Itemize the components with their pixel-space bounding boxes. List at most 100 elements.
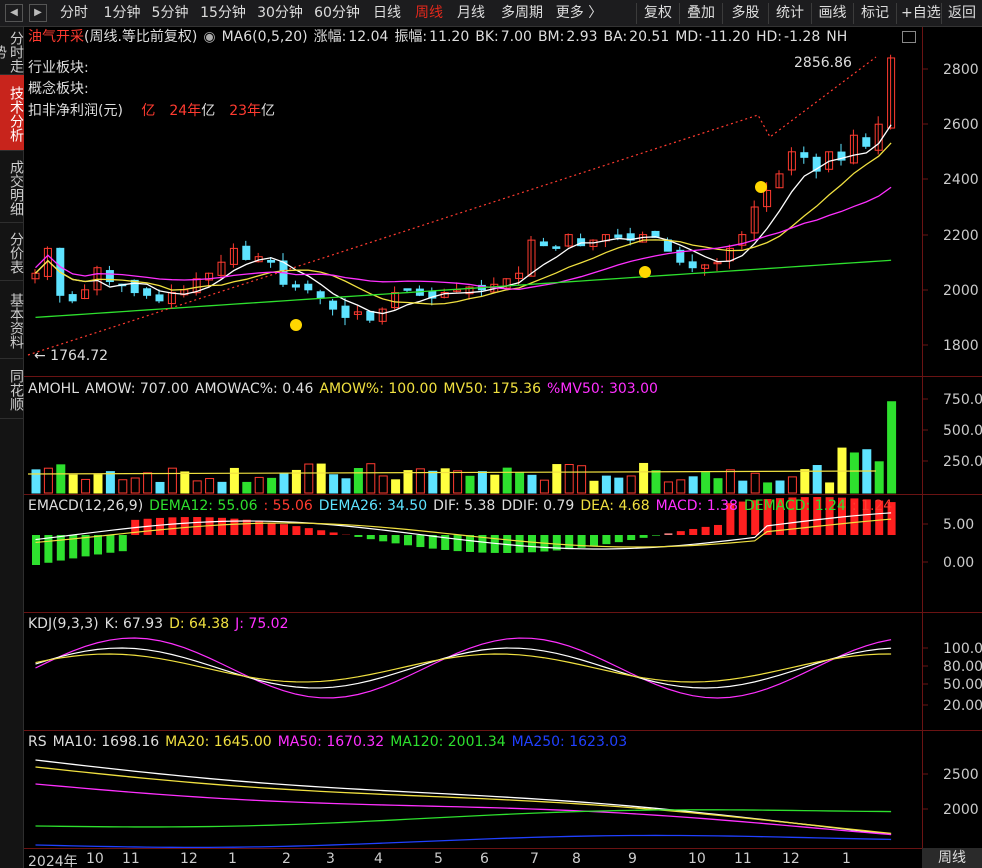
- y-axis: 2800 2600 2400 2200 2000 1800 750.0 500.0 250.0 5…: [922, 27, 982, 848]
- amo-bar: [155, 481, 165, 494]
- period-tab[interactable]: 30分钟: [254, 3, 306, 24]
- ma-settings-icon[interactable]: ◉: [203, 29, 215, 45]
- amo-legend-item: AMOW%: 100.00: [319, 381, 438, 397]
- x-axis-label: 5: [434, 851, 443, 867]
- amo-bar: [775, 480, 785, 494]
- sidebar-tab[interactable]: 同花顺: [0, 359, 24, 419]
- period-tab[interactable]: 更多 〉: [552, 3, 606, 24]
- period-label[interactable]: 周线: [922, 848, 982, 868]
- toolbar-action-button[interactable]: 复权: [636, 3, 679, 24]
- macd-bar: [416, 535, 425, 548]
- macd-legend-item: DIF: 5.38: [433, 498, 496, 514]
- signal-dot: [755, 181, 767, 193]
- macd-bar: [664, 533, 673, 535]
- macd-bar: [590, 535, 598, 547]
- toolbar-action-button[interactable]: 叠加: [679, 3, 722, 24]
- period-tab[interactable]: 分时: [56, 3, 92, 24]
- back-arrow-icon[interactable]: ◀: [5, 4, 23, 22]
- y-tick-label: 80.00: [943, 659, 982, 675]
- sidebar-tab[interactable]: 成交明细: [0, 151, 24, 223]
- macd-bar: [292, 526, 301, 535]
- x-axis-label: 12: [180, 851, 198, 867]
- sidebar-tab[interactable]: 分价表: [0, 223, 24, 281]
- rs-legend-item: MA50: 1670.32: [277, 734, 385, 750]
- toolbar-action-button[interactable]: 标记: [853, 3, 896, 24]
- amo-bar: [577, 465, 587, 494]
- kdj-legend-item: J: 75.02: [235, 616, 289, 632]
- stat-item: BK: 7.00: [475, 29, 532, 45]
- amo-bar: [515, 471, 525, 494]
- period-tab[interactable]: 15分钟: [197, 3, 249, 24]
- macd-bar: [366, 535, 375, 540]
- amo-bar: [428, 470, 438, 494]
- y-tick-label: 50.00: [943, 677, 982, 693]
- amo-title[interactable]: AMOHL: [28, 381, 79, 397]
- concept-label: 概念板块:: [28, 81, 89, 97]
- period-tab[interactable]: 1分钟: [101, 3, 143, 24]
- amo-bar: [812, 465, 822, 494]
- panel-separator: [24, 494, 982, 495]
- stat-item: MD: -11.20: [675, 29, 750, 45]
- amo-bar: [205, 478, 215, 494]
- ma-label[interactable]: MA6(0,5,20): [222, 29, 308, 45]
- toolbar-action-button[interactable]: 统计: [768, 3, 811, 24]
- period-tab[interactable]: 多周期: [497, 3, 547, 24]
- kdj-title[interactable]: KDJ(9,3,3): [28, 616, 99, 632]
- fullscreen-icon[interactable]: [902, 31, 916, 43]
- period-tab[interactable]: 60分钟: [311, 3, 363, 24]
- period-tab[interactable]: 日线: [370, 3, 404, 24]
- macd-bar: [218, 517, 226, 535]
- rs-legend-item: MA120: 2001.34: [390, 734, 506, 750]
- amo-bar: [453, 470, 463, 494]
- amo-bar: [43, 467, 53, 494]
- macd-bar: [391, 535, 400, 544]
- macd-bar: [354, 535, 363, 537]
- stat-item: 涨幅: 12.04: [313, 29, 389, 45]
- macd-legend-item: DEMA12: 55.06: [149, 498, 258, 514]
- panel-separator: [24, 730, 982, 731]
- amo-bar: [403, 470, 413, 494]
- toolbar-action-button[interactable]: 返回: [941, 3, 982, 24]
- sidebar-tab[interactable]: 基本资料: [0, 281, 24, 359]
- period-tab[interactable]: 月线: [454, 3, 488, 24]
- candlestick: [527, 236, 536, 277]
- candlestick: [676, 246, 685, 266]
- amo-legend-item: AMOW: 707.00: [85, 381, 189, 397]
- period-tab[interactable]: 5分钟: [148, 3, 192, 24]
- amo-bar: [825, 482, 835, 494]
- stock-name[interactable]: 油气开采: [28, 29, 84, 45]
- signal-dot: [290, 319, 302, 331]
- toolbar-action-button[interactable]: 画线: [811, 3, 853, 24]
- y-tick-label: 2000: [943, 283, 979, 299]
- toolbar-action-button[interactable]: 多股: [722, 3, 768, 24]
- macd-bar: [515, 535, 524, 553]
- amo-bar: [167, 467, 177, 494]
- macd-bar: [614, 535, 623, 543]
- profit-row: 扣非净利润(元) 亿 24年亿 23年亿: [28, 100, 275, 120]
- macd-title[interactable]: EMACD(12,26,9): [28, 498, 143, 514]
- x-axis-label: 1: [228, 851, 237, 867]
- ma-line: [35, 124, 892, 315]
- stat-item: NH: [826, 29, 848, 45]
- y-tick-label: 750.0: [943, 392, 982, 408]
- forward-arrow-icon[interactable]: ▶: [29, 4, 47, 22]
- y-tick-label: 250.0: [943, 454, 982, 470]
- amo-bar: [874, 461, 884, 494]
- ma-line: [35, 259, 892, 319]
- candlestick: [217, 254, 226, 280]
- period-tab[interactable]: 周线: [412, 3, 446, 24]
- toolbar-action-button[interactable]: +自选: [896, 3, 941, 24]
- candlestick: [490, 277, 499, 294]
- amo-bar: [130, 477, 140, 494]
- sidebar-tab[interactable]: 分时走势: [0, 27, 24, 75]
- amo-bar: [316, 463, 326, 494]
- sidebar-tab[interactable]: 技术分析: [0, 75, 24, 151]
- k-line: [35, 647, 892, 689]
- amo-bar: [143, 472, 153, 494]
- candlestick: [81, 284, 90, 300]
- amo-bar: [763, 482, 773, 494]
- amo-bar: [552, 464, 562, 494]
- candlestick: [862, 133, 871, 149]
- rs-title[interactable]: RS: [28, 734, 47, 750]
- mode-label[interactable]: (周线.等比前复权): [84, 29, 197, 45]
